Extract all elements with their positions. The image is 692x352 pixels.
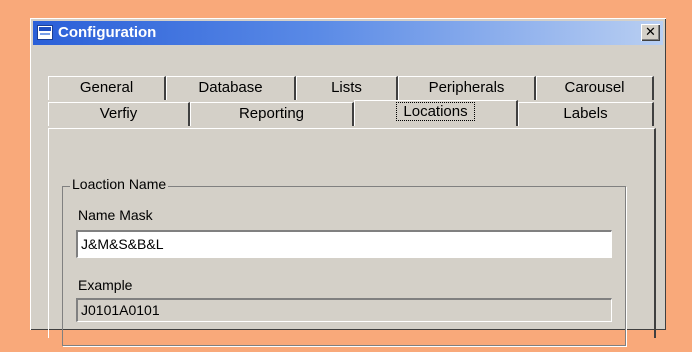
tab-label: Peripherals <box>428 79 505 96</box>
tab-label: Labels <box>563 105 608 122</box>
tab-label: Locations <box>396 102 475 121</box>
tab-general[interactable]: General <box>48 76 166 100</box>
close-icon: ✕ <box>645 25 656 40</box>
group-legend: Loaction Name <box>70 176 169 192</box>
tab-verfiy[interactable]: Verfiy <box>48 102 190 126</box>
tab-label: General <box>79 79 134 96</box>
example-label: Example <box>78 277 133 293</box>
name-mask-input[interactable]: J&M&S&B&L <box>76 230 612 258</box>
close-button[interactable]: ✕ <box>641 24 660 41</box>
tab-carousel[interactable]: Carousel <box>536 76 654 100</box>
name-mask-label: Name Mask <box>78 207 153 223</box>
example-field: J0101A0101 <box>76 298 612 322</box>
tab-peripherals[interactable]: Peripherals <box>398 76 536 100</box>
tab-lists[interactable]: Lists <box>296 76 398 100</box>
tab-label: Database <box>198 79 263 96</box>
window-title: Configuration <box>58 24 157 41</box>
tab-reporting[interactable]: Reporting <box>190 102 354 126</box>
tab-label: Verfiy <box>99 105 138 122</box>
tab-locations[interactable]: Locations <box>354 100 518 126</box>
title-bar[interactable]: Configuration ✕ <box>33 21 663 45</box>
tab-label: Reporting <box>238 105 305 122</box>
tab-database[interactable]: Database <box>166 76 296 100</box>
app-icon <box>37 25 53 40</box>
tab-label: Carousel <box>564 79 625 96</box>
tab-labels[interactable]: Labels <box>518 102 654 126</box>
tab-label: Lists <box>331 79 362 96</box>
